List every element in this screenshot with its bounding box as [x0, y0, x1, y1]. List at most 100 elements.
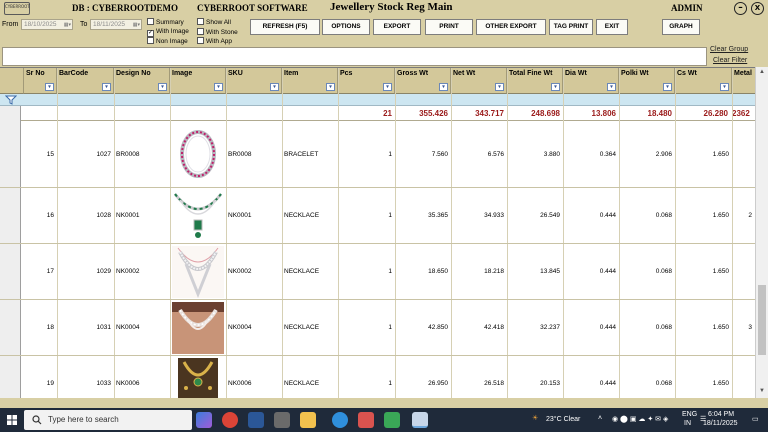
windows-taskbar: Type here to search ☀ 23°C Clear ˄ ◉ ⬤ ▣… — [0, 408, 768, 432]
windows-start-icon[interactable] — [7, 415, 17, 425]
column-header-pcs[interactable]: Pcs ▾ — [338, 68, 395, 94]
taskbar-search-box[interactable]: Type here to search — [24, 410, 192, 430]
language-indicator-bottom[interactable]: IN — [684, 420, 691, 427]
other-export-button[interactable]: OTHER EXPORT — [476, 19, 546, 35]
tools-icon[interactable] — [274, 412, 290, 428]
language-indicator-top[interactable]: ENG — [682, 411, 697, 418]
clock-time[interactable]: 6:04 PM — [708, 411, 734, 418]
filter-dropdown-icon[interactable]: ▾ — [45, 83, 54, 91]
filter-dropdown-icon[interactable]: ▾ — [439, 83, 448, 91]
filter-dropdown-icon[interactable]: ▾ — [663, 83, 672, 91]
cell-sku: NK0001 — [228, 212, 252, 219]
table-row[interactable]: 17 1029 NK0002 NK0002 NECKLACE 1 18.650 … — [0, 244, 768, 300]
column-header-design-no[interactable]: Design No ▾ — [114, 68, 170, 94]
refresh-button[interactable]: REFRESH (F5) — [250, 19, 320, 35]
export-button[interactable]: EXPORT — [373, 19, 421, 35]
column-header-total-fine-wt[interactable]: Total Fine Wt ▾ — [507, 68, 563, 94]
total-fine-wt: 248.698 — [531, 109, 560, 118]
close-button[interactable]: X — [751, 2, 764, 15]
exit-button[interactable]: EXIT — [596, 19, 628, 35]
filter-dropdown-icon[interactable]: ▾ — [270, 83, 279, 91]
minimize-button[interactable]: – — [734, 2, 747, 15]
scrollbar-thumb[interactable] — [758, 285, 766, 355]
checkbox-box[interactable] — [197, 28, 204, 35]
stock-grid[interactable]: Sr No ▾ BarCode ▾ Design No ▾ Image ▾ SKU ▾ I… — [0, 67, 768, 398]
cell-sku: BR0008 — [228, 150, 252, 158]
summary-checkbox[interactable]: Summary — [147, 18, 184, 27]
filter-dropdown-icon[interactable]: ▾ — [551, 83, 560, 91]
telegram-icon[interactable] — [332, 412, 348, 428]
graph-button[interactable]: GRAPH — [662, 19, 700, 35]
column-header-sku[interactable]: SKU ▾ — [226, 68, 282, 94]
total-gross-wt: 355.426 — [419, 109, 448, 118]
with-app-checkbox[interactable]: With App — [197, 37, 232, 46]
header-label: Image — [172, 70, 193, 77]
tray-app-icons[interactable]: ◉ ⬤ ▣ ☁ ✦ ✉ ◈ — [612, 415, 668, 423]
from-date-field[interactable]: 18/10/2025 ▦▾ — [21, 19, 73, 30]
clear-filter-link[interactable]: Clear Filter — [713, 57, 747, 64]
column-header-dia-wt[interactable]: Dia Wt ▾ — [563, 68, 619, 94]
filter-dropdown-icon[interactable]: ▾ — [214, 83, 223, 91]
tag-print-button[interactable]: TAG PRINT — [549, 19, 593, 35]
checkbox-box-checked[interactable]: ✓ — [147, 30, 154, 37]
tray-overflow-icon[interactable]: ˄ — [598, 415, 602, 422]
cyberroot-app-icon[interactable] — [412, 412, 428, 428]
weather-icon: ☀ — [532, 415, 539, 422]
calendar-icon[interactable]: ▦▾ — [64, 21, 71, 30]
checkbox-box[interactable] — [197, 37, 204, 44]
checkbox-box[interactable] — [197, 18, 204, 25]
auto-filter-row[interactable] — [0, 94, 768, 106]
checkbox-box[interactable] — [147, 37, 154, 44]
from-date-value: 18/10/2025 — [24, 21, 57, 28]
column-header-barcode[interactable]: BarCode ▾ — [57, 68, 114, 94]
clear-group-link[interactable]: Clear Group — [710, 46, 748, 53]
column-header-gross-wt[interactable]: Gross Wt ▾ — [395, 68, 451, 94]
cell-fine-wt: 32.237 — [540, 324, 560, 331]
column-header-net-wt[interactable]: Net Wt ▾ — [451, 68, 507, 94]
notification-icon[interactable]: ▭ — [752, 415, 759, 423]
cell-metal: 2 — [748, 212, 752, 219]
vertical-scrollbar[interactable]: ▲ ▼ — [755, 67, 768, 398]
filter-dropdown-icon[interactable]: ▾ — [326, 83, 335, 91]
cell-polki-wt: 0.068 — [655, 324, 672, 331]
scroll-down-icon[interactable]: ▼ — [759, 388, 765, 394]
show-all-checkbox[interactable]: Show All — [197, 18, 231, 27]
weather-text[interactable]: 23°C Clear — [546, 416, 580, 423]
column-header-sr-no[interactable]: Sr No ▾ — [24, 68, 57, 94]
filter-dropdown-icon[interactable]: ▾ — [607, 83, 616, 91]
to-date-field[interactable]: 18/11/2025 ▦▾ — [90, 19, 142, 30]
with-image-checkbox[interactable]: ✓ With Image — [147, 28, 189, 37]
calendar-icon[interactable]: ▦▾ — [133, 21, 140, 30]
app-icon[interactable] — [384, 412, 400, 428]
column-header-image[interactable]: Image ▾ — [170, 68, 226, 94]
filter-dropdown-icon[interactable]: ▾ — [102, 83, 111, 91]
with-stone-checkbox[interactable]: With Stone — [197, 28, 238, 37]
bracelet-image — [180, 130, 216, 178]
column-header-item[interactable]: Item ▾ — [282, 68, 338, 94]
file-explorer-icon[interactable] — [300, 412, 316, 428]
table-row[interactable]: 18 1031 NK0004 NK0004 NECKLACE 1 42.850 … — [0, 300, 768, 356]
clock-date[interactable]: 18/11/2025 — [703, 420, 738, 427]
app-icon[interactable] — [358, 412, 374, 428]
scroll-up-icon[interactable]: ▲ — [759, 69, 765, 75]
filter-dropdown-icon[interactable]: ▾ — [383, 83, 392, 91]
checkbox-box[interactable] — [147, 18, 154, 25]
column-header-cs-wt[interactable]: Cs Wt ▾ — [675, 68, 732, 94]
print-button[interactable]: PRINT — [425, 19, 473, 35]
group-panel[interactable] — [2, 47, 707, 66]
column-header-polki-wt[interactable]: Polki Wt ▾ — [619, 68, 675, 94]
non-image-checkbox[interactable]: Non Image — [147, 37, 188, 46]
filter-dropdown-icon[interactable]: ▾ — [158, 83, 167, 91]
emerald-necklace-image — [173, 193, 223, 238]
options-button[interactable]: OPTIONS — [322, 19, 370, 35]
table-row[interactable]: 15 1027 BR0008 BR0008 BRACELET 1 7.560 6… — [0, 121, 768, 188]
filter-dropdown-icon[interactable]: ▾ — [720, 83, 729, 91]
filter-dropdown-icon[interactable]: ▾ — [495, 83, 504, 91]
table-row[interactable]: 16 1028 NK0001 NK0001 NECKLACE 1 35.365 … — [0, 188, 768, 244]
chrome-icon[interactable] — [222, 412, 238, 428]
cell-sku: NK0002 — [228, 268, 252, 275]
store-icon[interactable] — [248, 412, 264, 428]
funnel-icon[interactable] — [5, 95, 17, 105]
table-row[interactable]: 19 1033 NK0006 NK0006 NECKLACE 1 26.950 … — [0, 356, 768, 398]
copilot-icon[interactable] — [196, 412, 212, 428]
